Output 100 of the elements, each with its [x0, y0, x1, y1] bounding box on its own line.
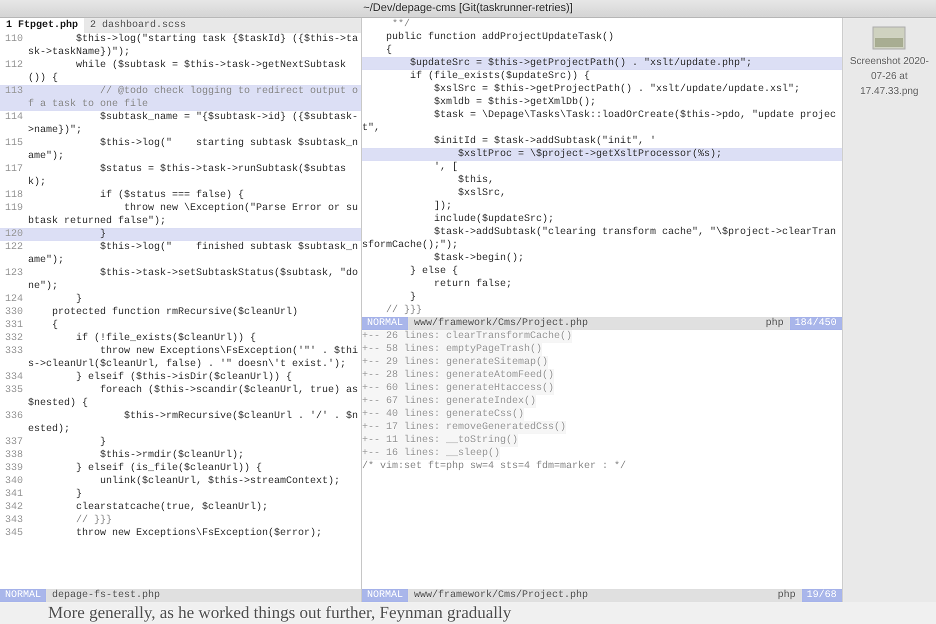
folded-lines: +-- 60 lines: generateHtaccess() — [362, 382, 554, 395]
file-path: www/framework/Cms/Project.php — [414, 317, 589, 330]
code-line: $initId = $task->addSubtask("init", ' — [432, 135, 656, 148]
file-path: depage-fs-test.php — [52, 589, 162, 602]
code-line: // }}} — [384, 304, 422, 317]
code-line: $subtask_name = "{$subtask->id} ({$subtask->name})"; — [28, 111, 360, 137]
image-file-icon[interactable] — [872, 26, 906, 50]
code-line: /* vim:set ft=php sw=4 sts=4 fdm=marker : */ — [362, 460, 626, 473]
line-number: 118 — [4, 189, 24, 202]
line-number: 340 — [4, 475, 24, 488]
line-number: 122 — [4, 241, 24, 255]
code-line: foreach ($this->scandir($cleanUrl, true) as $nested) { — [28, 384, 360, 410]
editor-tab[interactable]: 2 dashboard.scss — [84, 18, 192, 33]
code-line: if ($status === false) { — [99, 189, 244, 202]
code-line: $this->task->setSubtaskStatus($subtask, "done"); — [28, 267, 360, 293]
line-number: 333 — [4, 345, 24, 359]
code-line: $task->addSubtask("clearing transform cache", "\$project->clearTransformCache();"); — [362, 226, 838, 252]
code-line: $xslSrc = $this->getProjectPath() . "xslt/update/update.xsl"; — [432, 83, 800, 96]
code-line: // @todo check logging to redirect output of a task to one file — [28, 85, 360, 111]
cursor-position: 184/450 — [790, 317, 842, 330]
code-line: public function addProjectUpdateTask() — [384, 31, 614, 44]
code-line: $task = \Depage\Tasks\Task::loadOrCreate($this->pdo, "update project", — [362, 109, 838, 135]
line-number: 124 — [4, 293, 24, 306]
code-line: unlink($cleanUrl, $this->streamContext); — [99, 475, 340, 488]
line-number: 331 — [4, 319, 24, 332]
code-line: ]); — [432, 200, 452, 213]
code-line: clearstatcache(true, $cleanUrl); — [75, 501, 268, 514]
code-line: throw new \Exception("Parse Error or subtask returned false"); — [28, 202, 360, 228]
code-line: $xmldb = $this->getXmlDb(); — [432, 96, 596, 109]
line-number: 334 — [4, 371, 24, 384]
code-line: } else { — [408, 265, 458, 278]
code-line: $xslSrc, — [456, 187, 506, 200]
code-line: } — [75, 293, 82, 306]
folded-lines: +-- 11 lines: __toString() — [362, 434, 518, 447]
code-line: if (file_exists($updateSrc)) { — [408, 70, 590, 83]
editor-tab[interactable]: 1 Ftpget.php — [0, 18, 84, 33]
line-number: 338 — [4, 449, 24, 462]
line-number: 115 — [4, 137, 24, 151]
code-line: } — [408, 291, 416, 304]
code-line: // }}} — [75, 514, 112, 527]
code-line: { — [384, 44, 392, 57]
folded-lines: +-- 67 lines: generateIndex() — [362, 395, 536, 408]
code-line: return false; — [432, 278, 512, 291]
code-line: **/ — [390, 18, 410, 31]
folded-lines: +-- 29 lines: generateSitemap() — [362, 356, 548, 369]
code-line: } — [99, 436, 106, 449]
mode-indicator: NORMAL — [0, 589, 46, 602]
code-line: $this, — [456, 174, 494, 187]
folded-lines: +-- 40 lines: generateCss() — [362, 408, 524, 421]
code-line: $this->rmdir($cleanUrl); — [99, 449, 244, 462]
line-number: 337 — [4, 436, 24, 449]
line-number: 110 — [4, 33, 24, 47]
code-line: $this->rmRecursive($cleanUrl . '/' . $nested); — [28, 410, 360, 436]
line-number: 119 — [4, 202, 24, 216]
line-number: 336 — [4, 410, 24, 424]
line-number: 341 — [4, 488, 24, 501]
code-line: $xsltProc = \$project->getXsltProcessor(%s); — [457, 148, 722, 161]
code-line: { — [51, 319, 58, 332]
line-number: 123 — [4, 267, 24, 281]
code-line: while ($subtask = $this->task->getNextSubtask()) { — [28, 59, 348, 85]
book-text: More generally, as he worked things out further, Feynman gradually — [0, 602, 936, 624]
code-line: throw new Exceptions\FsException('"' . $this->cleanUrl($cleanUrl, false) . '" doesn\'t exist.'); — [28, 345, 360, 371]
window-title: ~/Dev/depage-cms [Git(taskrunner-retries)] — [363, 1, 573, 16]
line-number: 114 — [4, 111, 24, 125]
code-line: } elseif (is_file($cleanUrl)) { — [75, 462, 262, 475]
mode-indicator: NORMAL — [362, 589, 408, 602]
file-name[interactable]: Screenshot 2020-07-26 at 17.47.33.png — [842, 54, 936, 99]
code-line: $this->log(" finished subtask $subtask_name"); — [28, 241, 360, 267]
line-number: 339 — [4, 462, 24, 475]
code-line: $updateSrc = $this->getProjectPath() . "xslt/update.php"; — [408, 57, 752, 70]
code-line: } — [75, 488, 82, 501]
line-number: 332 — [4, 332, 24, 345]
code-line: if (!file_exists($cleanUrl)) { — [75, 332, 256, 345]
line-number: 335 — [4, 384, 24, 398]
line-number: 112 — [4, 59, 24, 73]
cursor-position: 19/68 — [802, 589, 842, 602]
folded-lines: +-- 26 lines: clearTransformCache() — [362, 330, 572, 343]
code-line: $this->log(" starting subtask $subtask_name"); — [28, 137, 360, 163]
folded-lines: +-- 17 lines: removeGeneratedCss() — [362, 421, 566, 434]
code-line: include($updateSrc); — [432, 213, 554, 226]
file-type: php — [778, 589, 796, 602]
line-number: 120 — [4, 228, 24, 241]
code-line: } — [99, 228, 106, 241]
line-number: 342 — [4, 501, 24, 514]
code-line: protected function rmRecursive($cleanUrl) — [51, 306, 298, 319]
line-number: 117 — [4, 163, 24, 177]
code-line: throw new Exceptions\FsException($error); — [75, 527, 322, 540]
code-line: } elseif ($this->isDir($cleanUrl)) { — [75, 371, 292, 384]
line-number: 330 — [4, 306, 24, 319]
folded-lines: +-- 28 lines: generateAtomFeed() — [362, 369, 554, 382]
code-line: $task->begin(); — [432, 252, 524, 265]
file-type: php — [766, 317, 784, 330]
line-number: 113 — [4, 85, 24, 99]
mode-indicator: NORMAL — [362, 317, 408, 330]
code-line: $this->log("starting task {$taskId} ({$this->task->taskName})"); — [28, 33, 360, 59]
folded-lines: +-- 58 lines: emptyPageTrash() — [362, 343, 542, 356]
code-line: $status = $this->task->runSubtask($subtask); — [28, 163, 348, 189]
file-path: www/framework/Cms/Project.php — [414, 589, 589, 602]
code-line: ', [ — [432, 161, 458, 174]
folded-lines: +-- 16 lines: __sleep() — [362, 447, 500, 460]
